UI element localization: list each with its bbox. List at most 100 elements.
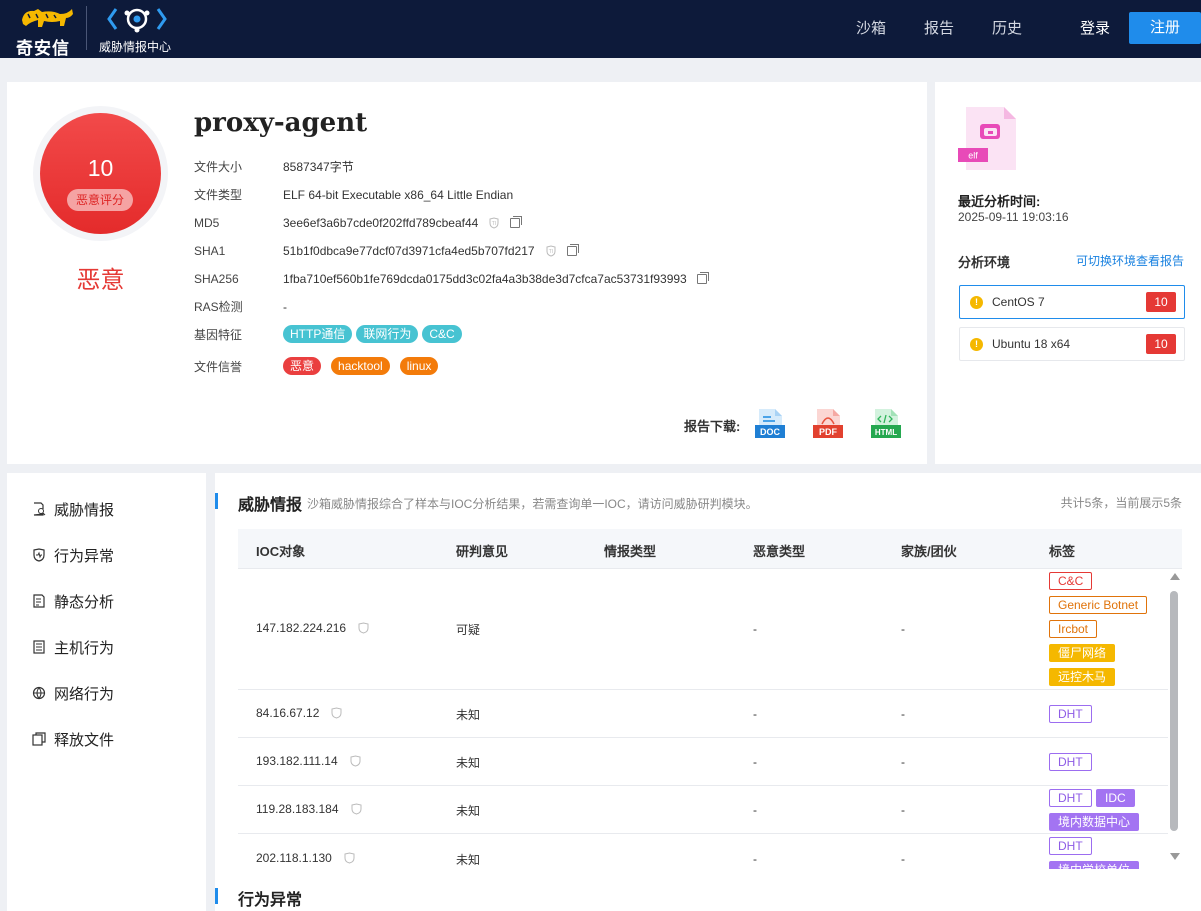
family-value: - [901, 852, 905, 866]
svg-text:TI: TI [492, 221, 496, 227]
opinion-value: 未知 [456, 708, 481, 722]
copy-icon[interactable] [566, 244, 579, 256]
table-header: IOC对象 研判意见 情报类型 恶意类型 家族/团伙 标签 [238, 529, 1182, 569]
table-row: 147.182.224.216 可疑 - - C&C Generic Botne… [238, 569, 1168, 690]
table-scrollbar[interactable] [1169, 573, 1180, 863]
malware-type-value: - [753, 755, 757, 769]
gene-tag[interactable]: HTTP通信 [283, 325, 353, 343]
shield-icon[interactable] [358, 622, 369, 634]
sidebar-item-label: 行为异常 [54, 547, 115, 565]
html-label: HTML [875, 428, 897, 437]
opinion-value: 可疑 [456, 623, 481, 637]
env-label: 分析环境 [958, 255, 1011, 270]
sidebar-item-threat-intel[interactable]: 威胁情报 [32, 499, 114, 519]
ioc-value[interactable]: 193.182.111.14 [256, 754, 338, 768]
ioc-tag[interactable]: DHT [1049, 837, 1092, 855]
shield-icon[interactable] [351, 803, 362, 815]
malware-type-value: - [753, 707, 757, 721]
nav-reports[interactable]: 报告 [924, 0, 954, 58]
elf-badge-label: elf [968, 151, 978, 161]
table-row: 84.16.67.12 未知 - - DHT [238, 690, 1168, 738]
analysis-env-panel: elf 最近分析时间: 2025-09-11 19:03:16 分析环境 可切换… [935, 82, 1201, 464]
file-size-label: 文件大小 [194, 160, 243, 174]
column-header: 研判意见 [456, 544, 509, 559]
ioc-tag[interactable]: C&C [1049, 572, 1093, 590]
ioc-tag[interactable]: IDC [1096, 789, 1135, 807]
ioc-tag[interactable]: DHT [1049, 753, 1092, 771]
score-label: 恶意评分 [67, 189, 133, 211]
doc-download-icon[interactable]: DOC [754, 408, 786, 442]
ioc-tag[interactable]: 远控木马 [1049, 668, 1116, 686]
malicious-score: 10 [87, 155, 114, 181]
ioc-value[interactable]: 147.182.224.216 [256, 621, 346, 635]
file-name: proxy-agent [194, 108, 368, 138]
login-link[interactable]: 登录 [1080, 0, 1110, 58]
scroll-down-icon[interactable] [1170, 853, 1180, 860]
sidebar-item-dropped-files[interactable]: 释放文件 [32, 729, 114, 749]
top-navbar: 奇安信 威胁情报中心 沙箱 报告 历史 登录 注册 [0, 0, 1201, 58]
column-header: 标签 [1049, 544, 1076, 559]
env-item-ubuntu[interactable]: ! Ubuntu 18 x64 10 [959, 327, 1185, 361]
shield-icon[interactable] [344, 852, 355, 864]
pdf-download-icon[interactable]: PDF [812, 408, 844, 442]
file-type-label: 文件类型 [194, 188, 243, 202]
table-row: 119.28.183.184 未知 - - DHT IDC 境内数据中心 [238, 786, 1168, 834]
env-score: 10 [1146, 334, 1176, 354]
ioc-value[interactable]: 202.118.1.130 [256, 851, 332, 865]
html-download-icon[interactable]: HTML [870, 408, 902, 442]
ioc-value[interactable]: 84.16.67.12 [256, 706, 319, 720]
reputation-tag[interactable]: hacktool [331, 357, 390, 375]
ioc-tag[interactable]: 境内数据中心 [1049, 813, 1140, 831]
scroll-up-icon[interactable] [1170, 573, 1180, 580]
column-header: 家族/团伙 [901, 544, 957, 559]
malware-type-value: - [753, 852, 757, 866]
reputation-tag[interactable]: linux [399, 357, 439, 375]
gene-tag[interactable]: C&C [422, 325, 462, 343]
switch-env-link[interactable]: 可切换环境查看报告 [1076, 252, 1184, 269]
ioc-tag[interactable]: DHT [1049, 789, 1092, 807]
register-button[interactable]: 注册 [1129, 12, 1201, 44]
tiger-logo-icon [22, 9, 73, 27]
shield-icon[interactable]: TI [545, 245, 557, 257]
gene-tag[interactable]: 联网行为 [356, 325, 419, 343]
logo-divider [86, 6, 87, 50]
ioc-tag[interactable]: 境内学校单位 [1049, 861, 1140, 869]
copy-icon[interactable] [696, 272, 709, 284]
host-icon [33, 640, 45, 654]
ioc-tag[interactable]: Generic Botnet [1049, 596, 1148, 614]
md5-value: 3ee6ef3a6b7cde0f202ffd789cbeaf44 [283, 216, 479, 230]
sha256-value: 1fba710ef560b1fe769dcda0175dd3c02fa4a3b3… [283, 272, 687, 286]
copy-icon[interactable] [510, 216, 523, 228]
nav-sandbox[interactable]: 沙箱 [856, 0, 886, 58]
family-value: - [901, 803, 905, 817]
env-item-centos[interactable]: ! CentOS 7 10 [959, 285, 1185, 319]
shield-icon[interactable]: TI [488, 217, 500, 229]
section-title-abnormal: 行为异常 [238, 892, 303, 909]
sidebar-item-network-behavior[interactable]: 网络行为 [32, 683, 114, 703]
file-summary-panel: 10 恶意评分 恶意 proxy-agent 文件大小 8587347字节 文件… [7, 82, 927, 464]
sidebar-item-abnormal-behavior[interactable]: 行为异常 [32, 545, 114, 565]
malware-type-value: - [753, 803, 757, 817]
family-value: - [901, 707, 905, 721]
sha1-value: 51b1f0dbca9e77dcf07d3971cfa4ed5b707fd217 [283, 244, 535, 258]
gene-label: 基因特征 [194, 328, 243, 342]
ioc-tag[interactable]: DHT [1049, 705, 1092, 723]
shield-icon[interactable] [331, 707, 342, 719]
ioc-tag[interactable]: Ircbot [1049, 620, 1098, 638]
scroll-thumb[interactable] [1170, 591, 1178, 831]
sidebar-item-host-behavior[interactable]: 主机行为 [32, 637, 114, 657]
ras-label: RAS检测 [194, 300, 243, 314]
threat-intel-logo-icon [107, 8, 167, 33]
ioc-value[interactable]: 119.28.183.184 [256, 802, 339, 816]
ioc-tag[interactable]: 僵尸网络 [1049, 644, 1116, 662]
sidebar-item-static-analysis[interactable]: 静态分析 [32, 591, 114, 611]
latest-analysis-time: 2025-09-11 19:03:16 [958, 210, 1069, 224]
qianxin-logo[interactable]: 奇安信 [16, 6, 76, 58]
warning-icon: ! [970, 296, 983, 309]
threat-intel-section: 威胁情报 沙箱威胁情报综合了样本与IOC分析结果，若需查询单一IOC，请访问威胁… [215, 473, 1201, 911]
section-description: 沙箱威胁情报综合了样本与IOC分析结果，若需查询单一IOC，请访问威胁研判模块。 [307, 497, 758, 511]
shield-pulse-icon [33, 548, 45, 562]
reputation-tag[interactable]: 恶意 [283, 357, 322, 375]
shield-icon[interactable] [350, 755, 361, 767]
nav-history[interactable]: 历史 [992, 0, 1022, 58]
